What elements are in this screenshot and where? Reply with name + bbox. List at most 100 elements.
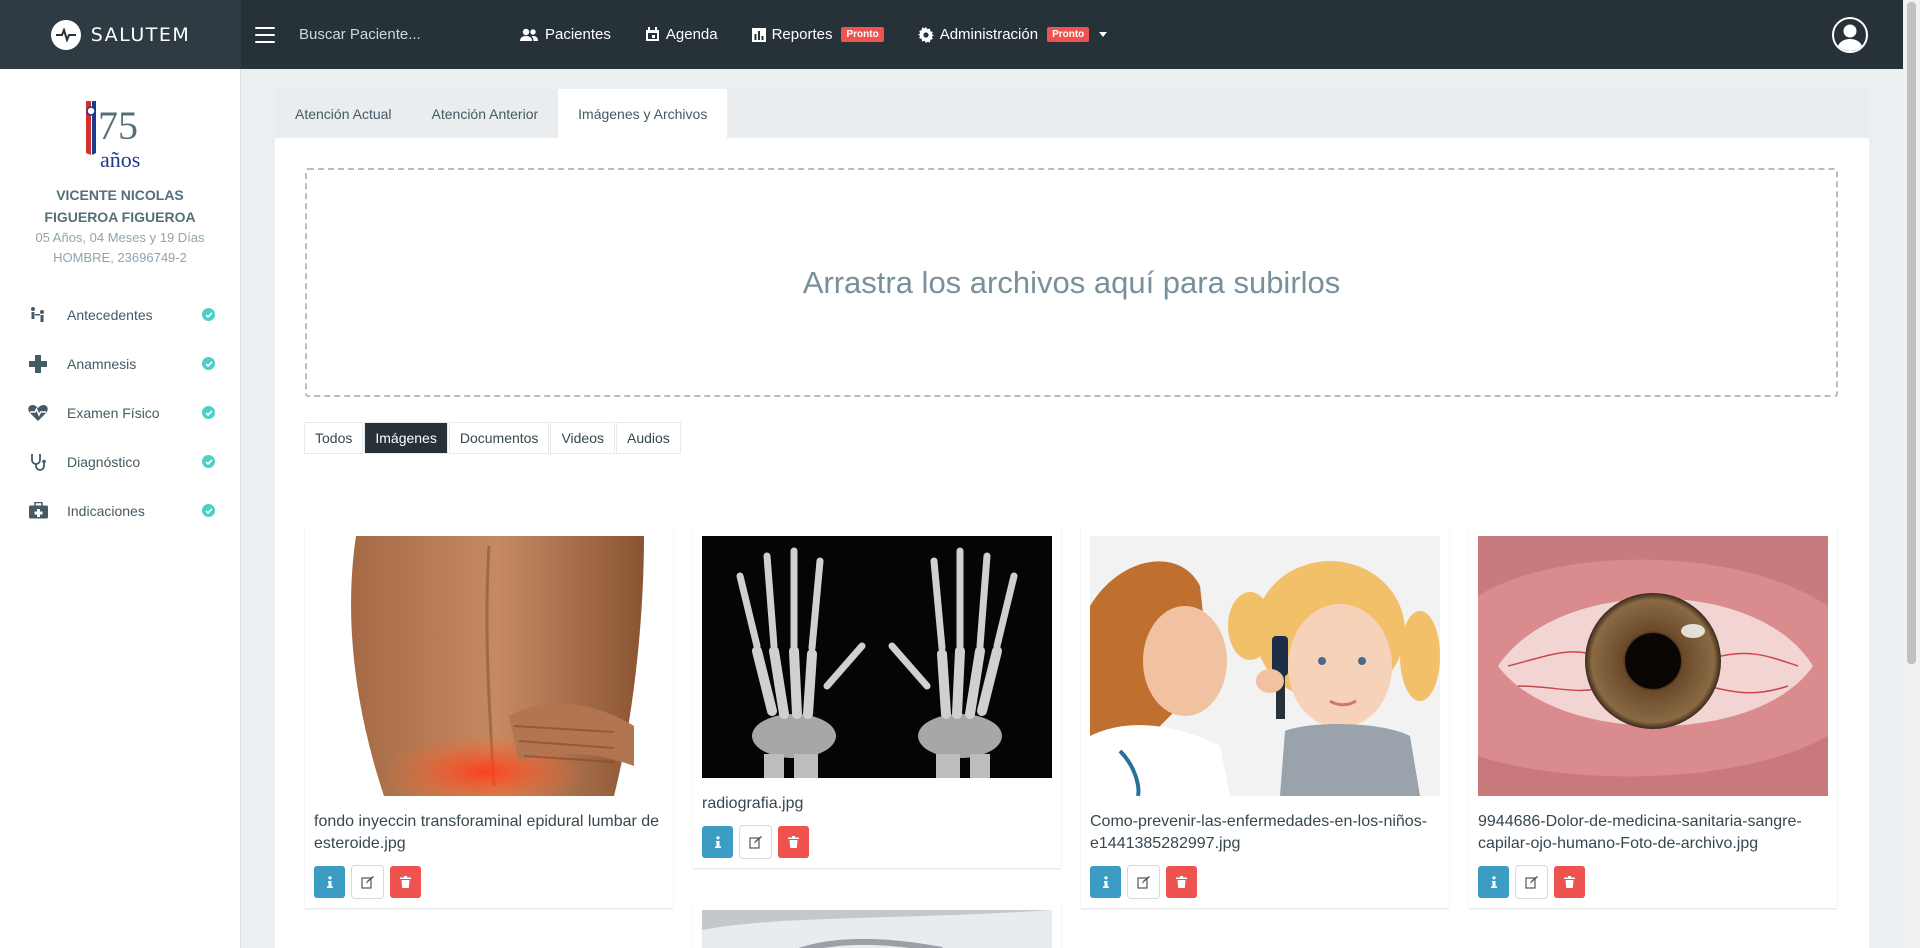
filter-imagenes[interactable]: Imágenes xyxy=(365,423,447,453)
users-icon xyxy=(520,28,538,41)
file-info-button[interactable] xyxy=(1090,866,1121,898)
user-icon xyxy=(1837,24,1863,51)
file-actions xyxy=(1090,866,1440,898)
nav-reportes-label: Reportes xyxy=(771,26,833,43)
file-card: radiografia.jpg xyxy=(693,527,1061,868)
nav-pacientes[interactable]: Pacientes xyxy=(519,26,611,43)
file-edit-button[interactable] xyxy=(740,826,771,858)
file-delete-button[interactable] xyxy=(390,866,421,898)
sidebar-item-antecedentes[interactable]: Antecedentes xyxy=(0,290,240,339)
check-icon xyxy=(202,308,215,321)
tab-atencion-actual[interactable]: Atención Actual xyxy=(275,89,412,138)
file-name: fondo inyeccin transforaminal epidural l… xyxy=(314,813,660,852)
file-thumbnail[interactable] xyxy=(1478,536,1828,796)
file-type-filters: Todos Imágenes Documentos Videos Audios xyxy=(305,423,680,453)
file-thumbnail[interactable] xyxy=(702,536,1052,778)
filter-videos[interactable]: Videos xyxy=(551,423,614,453)
patient-age: 05 Años, 04 Meses y 19 Días xyxy=(35,230,205,245)
medkit-icon xyxy=(28,501,48,521)
file-actions xyxy=(314,866,664,898)
user-avatar[interactable] xyxy=(1832,17,1868,53)
patient-name: VICENTE NICOLAS FIGUEROA FIGUEROA xyxy=(0,184,240,228)
tab-imagenes-archivos[interactable]: Imágenes y Archivos xyxy=(558,89,728,138)
chart-icon xyxy=(751,27,766,42)
main-content: Atención Actual Atención Anterior Imágen… xyxy=(275,89,1869,948)
file-card: fondo inyeccin transforaminal epidural l… xyxy=(305,527,673,908)
filter-documentos[interactable]: Documentos xyxy=(449,423,549,453)
trash-icon xyxy=(1176,876,1187,888)
file-info-button[interactable] xyxy=(702,826,733,858)
svg-text:75: 75 xyxy=(98,103,138,148)
info-icon xyxy=(1490,876,1497,888)
file-thumbnail[interactable] xyxy=(314,536,664,796)
edit-icon xyxy=(1137,875,1150,889)
sidebar-item-diagnostico[interactable]: Diagnóstico xyxy=(0,437,240,486)
nav-administracion-label: Administración xyxy=(939,26,1039,43)
coming-soon-badge: Pronto xyxy=(1047,27,1090,42)
filter-todos[interactable]: Todos xyxy=(305,423,363,453)
sidebar-menu: Antecedentes Anamnesis Examen Físico Dia… xyxy=(0,290,240,535)
brand[interactable]: SALUTEM xyxy=(0,0,241,69)
file-thumbnail[interactable] xyxy=(702,910,1052,948)
nav-agenda-label: Agenda xyxy=(665,26,718,43)
file-card: 9944686-Dolor-de-medicina-sanitaria-sang… xyxy=(1469,527,1837,908)
file-info-button[interactable] xyxy=(314,866,345,898)
file-info-button[interactable] xyxy=(1478,866,1509,898)
edit-icon xyxy=(1525,875,1538,889)
check-icon xyxy=(202,455,215,468)
tab-atencion-anterior[interactable]: Atención Anterior xyxy=(412,89,559,138)
info-icon xyxy=(1102,876,1109,888)
gear-icon xyxy=(917,26,934,43)
file-thumbnail[interactable] xyxy=(1090,536,1440,796)
stethoscope-icon xyxy=(28,452,48,472)
sidebar: 75 años VICENTE NICOLAS FIGUEROA FIGUERO… xyxy=(0,69,241,948)
sidebar-item-indicaciones[interactable]: Indicaciones xyxy=(0,486,240,535)
anniversary-logo: 75 años xyxy=(80,97,160,177)
chevron-down-icon xyxy=(1099,32,1108,37)
brand-name: SALUTEM xyxy=(90,23,191,46)
trash-icon xyxy=(1564,876,1575,888)
file-card: Como-prevenir-las-enfermedades-en-los-ni… xyxy=(1081,527,1449,908)
patient-name-first: VICENTE NICOLAS xyxy=(56,187,184,203)
family-icon xyxy=(28,305,48,325)
nav-administracion[interactable]: Administración Pronto xyxy=(917,26,1108,43)
trash-icon xyxy=(400,876,411,888)
file-name: radiografia.jpg xyxy=(702,795,804,812)
patient-name-last: FIGUEROA FIGUEROA xyxy=(44,209,196,225)
nav-reportes[interactable]: Reportes Pronto xyxy=(751,26,884,43)
file-card xyxy=(693,901,1061,948)
pulse-logo-icon xyxy=(50,19,81,50)
file-edit-button[interactable] xyxy=(1128,866,1159,898)
calendar-icon xyxy=(645,27,659,41)
edit-icon xyxy=(361,875,374,889)
files-panel: Arrastra los archivos aquí para subirlos… xyxy=(275,138,1869,948)
check-icon xyxy=(202,504,215,517)
nav-pacientes-label: Pacientes xyxy=(545,26,611,43)
file-delete-button[interactable] xyxy=(1166,866,1197,898)
sidebar-item-examen-fisico[interactable]: Examen Físico xyxy=(0,388,240,437)
check-icon xyxy=(202,357,215,370)
info-icon xyxy=(714,836,721,848)
dropzone-text: Arrastra los archivos aquí para subirlos xyxy=(802,264,1341,300)
file-delete-button[interactable] xyxy=(1554,866,1585,898)
file-actions xyxy=(702,826,1052,858)
heart-pulse-icon xyxy=(28,403,48,423)
menu-toggle-icon[interactable] xyxy=(255,26,275,43)
sidebar-item-anamnesis[interactable]: Anamnesis xyxy=(0,339,240,388)
tab-bar: Atención Actual Atención Anterior Imágen… xyxy=(275,89,1869,138)
svg-text:años: años xyxy=(100,147,140,172)
nav-agenda[interactable]: Agenda xyxy=(645,26,718,43)
patient-sex-id: HOMBRE, 23696749-2 xyxy=(53,250,187,265)
file-delete-button[interactable] xyxy=(778,826,809,858)
main-nav: Pacientes Agenda Reportes Pronto Adminis… xyxy=(519,26,1141,43)
vertical-scrollbar[interactable] xyxy=(1903,0,1920,948)
file-edit-button[interactable] xyxy=(352,866,383,898)
filter-audios[interactable]: Audios xyxy=(617,423,680,453)
file-name: 9944686-Dolor-de-medicina-sanitaria-sang… xyxy=(1478,813,1802,852)
file-edit-button[interactable] xyxy=(1516,866,1547,898)
search-input[interactable] xyxy=(299,26,469,43)
file-dropzone[interactable]: Arrastra los archivos aquí para subirlos xyxy=(305,168,1838,397)
trash-icon xyxy=(788,836,799,848)
file-name: Como-prevenir-las-enfermedades-en-los-ni… xyxy=(1090,813,1428,852)
scrollbar-thumb[interactable] xyxy=(1907,2,1916,664)
